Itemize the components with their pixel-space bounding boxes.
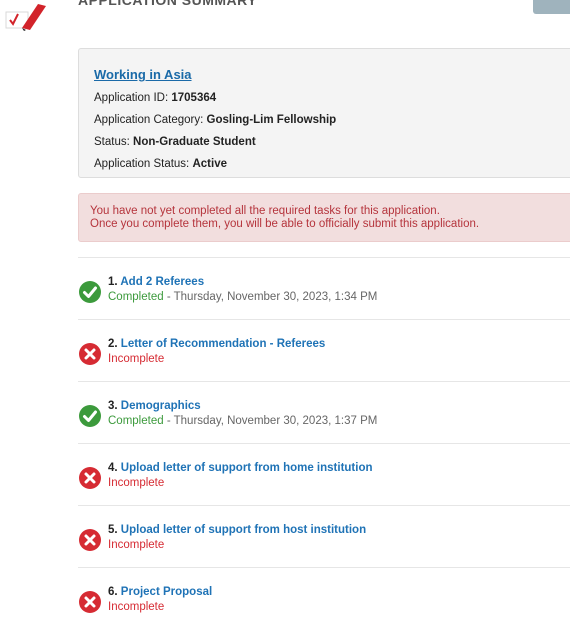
task-divider bbox=[78, 381, 570, 382]
x-circle-icon bbox=[78, 342, 102, 366]
task-completed-date: - Thursday, November 30, 2023, 1:37 PM bbox=[163, 415, 378, 427]
task-status: Incomplete bbox=[108, 539, 164, 551]
category-value: Gosling-Lim Fellowship bbox=[206, 114, 337, 126]
task-number: 6. bbox=[108, 586, 121, 598]
status-completed: Completed bbox=[108, 415, 164, 427]
task-link[interactable]: Upload letter of support from host insti… bbox=[121, 524, 366, 536]
task-completed-date: - Thursday, November 30, 2023, 1:34 PM bbox=[163, 291, 378, 303]
task-row: 5. Upload letter of support from host in… bbox=[78, 524, 570, 564]
task-row: 3. Demographics Completed - Thursday, Nov… bbox=[78, 400, 570, 440]
task-status: Incomplete bbox=[108, 477, 164, 489]
task-status: Incomplete bbox=[108, 601, 164, 613]
task-status: Incomplete bbox=[108, 353, 164, 365]
task-link[interactable]: Project Proposal bbox=[121, 586, 212, 598]
alert-line-1: You have not yet completed all the requi… bbox=[90, 205, 440, 217]
status-value: Non-Graduate Student bbox=[133, 136, 256, 148]
category-row: Application Category: Gosling-Lim Fellow… bbox=[94, 114, 337, 126]
status-incomplete: Incomplete bbox=[108, 353, 165, 365]
application-id-row: Application ID: 1705364 bbox=[94, 92, 217, 104]
program-link[interactable]: Working in Asia bbox=[94, 65, 192, 85]
task-divider bbox=[78, 443, 570, 444]
task-row: 6. Project Proposal Incomplete bbox=[78, 586, 570, 626]
application-status-value: Active bbox=[192, 158, 227, 170]
task-divider bbox=[78, 319, 570, 320]
task-number: 5. bbox=[108, 524, 121, 536]
task-number: 3. bbox=[108, 400, 121, 412]
task-status: Completed - Thursday, November 30, 2023,… bbox=[108, 415, 377, 427]
task-number: 4. bbox=[108, 462, 121, 474]
status-incomplete: Incomplete bbox=[108, 477, 165, 489]
task-row: 2. Letter of Recommendation - Referees In… bbox=[78, 338, 570, 378]
incomplete-tasks-alert: You have not yet completed all the requi… bbox=[78, 193, 570, 242]
task-status: Completed - Thursday, November 30, 2023,… bbox=[108, 291, 377, 303]
application-summary-panel: Working in Asia Application ID: 1705364 … bbox=[78, 48, 570, 178]
x-circle-icon bbox=[78, 528, 102, 552]
status-completed: Completed bbox=[108, 291, 164, 303]
task-title: 4. Upload letter of support from home in… bbox=[108, 462, 373, 474]
task-title: 1. Add 2 Referees bbox=[108, 276, 204, 288]
x-circle-icon bbox=[78, 590, 102, 614]
task-title: 3. Demographics bbox=[108, 400, 201, 412]
task-link[interactable]: Letter of Recommendation - Referees bbox=[121, 338, 326, 350]
status-row: Status: Non-Graduate Student bbox=[94, 136, 256, 148]
check-circle-icon bbox=[78, 280, 102, 304]
x-circle-icon bbox=[78, 466, 102, 490]
task-divider bbox=[78, 505, 570, 506]
task-row: 4. Upload letter of support from home in… bbox=[78, 462, 570, 502]
task-number: 2. bbox=[108, 338, 121, 350]
application-id-value: 1705364 bbox=[171, 92, 217, 104]
task-link[interactable]: Demographics bbox=[121, 400, 201, 412]
application-status-row: Application Status: Active bbox=[94, 158, 227, 170]
task-row: 1. Add 2 Referees Completed - Thursday, N… bbox=[78, 276, 570, 316]
task-number: 1. bbox=[108, 276, 121, 288]
status-incomplete: Incomplete bbox=[108, 601, 165, 613]
check-circle-icon bbox=[78, 404, 102, 428]
task-title: 5. Upload letter of support from host in… bbox=[108, 524, 366, 536]
status-incomplete: Incomplete bbox=[108, 539, 165, 551]
task-divider bbox=[78, 567, 570, 568]
task-link[interactable]: Add 2 Referees bbox=[120, 276, 204, 288]
page-title: APPLICATION SUMMARY bbox=[78, 0, 258, 8]
app-logo bbox=[5, 4, 46, 31]
task-divider bbox=[78, 257, 570, 258]
task-link[interactable]: Upload letter of support from home insti… bbox=[121, 462, 373, 474]
task-title: 2. Letter of Recommendation - Referees bbox=[108, 338, 325, 350]
task-title: 6. Project Proposal bbox=[108, 586, 212, 598]
header-action-button[interactable] bbox=[533, 0, 570, 14]
alert-line-2: Once you complete them, you will be able… bbox=[90, 218, 480, 230]
